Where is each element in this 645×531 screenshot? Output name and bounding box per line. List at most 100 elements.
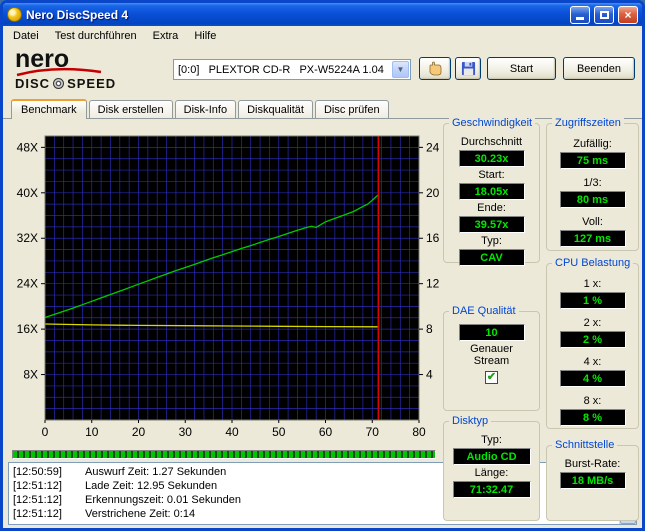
chevron-down-icon[interactable]: ▼ <box>392 61 409 78</box>
progress-bar <box>12 450 436 459</box>
tab-benchmark[interactable]: Benchmark <box>11 99 87 119</box>
svg-text:12: 12 <box>426 277 440 291</box>
field-voll: Voll: 127 ms <box>559 216 626 247</box>
save-icon <box>461 61 475 76</box>
field-label: Start: <box>478 169 505 181</box>
svg-text:32X: 32X <box>17 231 38 245</box>
svg-text:80: 80 <box>412 425 426 439</box>
minimize-button[interactable] <box>570 5 590 24</box>
value-display: CAV <box>458 249 525 266</box>
field-zufaellig: Zufällig: 75 ms <box>559 138 626 169</box>
panel-schnittstelle: Schnittstelle Burst-Rate: 18 MB/s <box>546 439 639 521</box>
field-label: 4 x: <box>583 356 602 368</box>
menu-bar: Datei Test durchführen Extra Hilfe <box>3 26 642 46</box>
field-label: Durchschnitt <box>460 136 523 148</box>
right-column-2: Zugriffszeiten Zufällig: 75 ms 1/3: 80 m… <box>546 117 639 521</box>
field-1x: 1 x: 1 % <box>559 278 626 309</box>
brand-disc-text: DISC <box>15 76 51 91</box>
menu-item-test-durchfuehren[interactable]: Test durchführen <box>47 27 145 45</box>
svg-text:40: 40 <box>225 425 239 439</box>
field-label: Typ: <box>481 235 502 247</box>
menu-item-extra[interactable]: Extra <box>145 27 187 45</box>
svg-text:10: 10 <box>85 425 99 439</box>
field-burst-rate: Burst-Rate: 18 MB/s <box>559 458 626 489</box>
field-4x: 4 x: 4 % <box>559 356 626 387</box>
value-display: 1 % <box>559 292 626 309</box>
maximize-button[interactable] <box>594 5 614 24</box>
log-timestamp: [12:50:59] <box>13 466 62 478</box>
tab-disk-info[interactable]: Disk-Info <box>174 100 237 118</box>
svg-text:24X: 24X <box>17 277 38 291</box>
tab-strip: Benchmark Disk erstellen Disk-Info Diskq… <box>3 96 642 119</box>
field-label: 1 x: <box>583 278 602 290</box>
svg-text:8X: 8X <box>23 368 38 382</box>
svg-text:70: 70 <box>366 425 380 439</box>
svg-text:30: 30 <box>179 425 193 439</box>
svg-text:16: 16 <box>426 231 440 245</box>
start-button[interactable]: Start <box>487 57 556 80</box>
value-display: 127 ms <box>559 230 626 247</box>
field-label: Voll: <box>582 216 603 228</box>
value-display: Audio CD <box>452 448 531 465</box>
title-bar[interactable]: Nero DiscSpeed 4 × <box>3 3 642 26</box>
field-durchschnitt: Durchschnitt 30.23x <box>458 136 525 167</box>
panel-title: Disktyp <box>449 415 492 427</box>
panel-title: Zugriffszeiten <box>552 117 624 129</box>
save-button[interactable] <box>455 57 481 80</box>
value-display: 8 % <box>559 409 626 426</box>
field-label: 1/3: <box>583 177 602 189</box>
brand-speed-text: SPEED <box>67 76 117 91</box>
log-lines: [12:50:59] Auswurf Zeit: 1.27 Sekunden [1… <box>9 463 636 523</box>
log-timestamp: [12:51:12] <box>13 494 62 506</box>
field-typ: Typ: CAV <box>458 235 525 266</box>
tab-disc-pruefen[interactable]: Disc prüfen <box>314 100 389 118</box>
close-button[interactable]: × <box>618 5 638 24</box>
panel-geschwindigkeit: Geschwindigkeit Durchschnitt 30.23x Star… <box>443 117 540 266</box>
hand-icon <box>429 61 442 75</box>
tab-diskqualitaet[interactable]: Diskqualität <box>238 100 313 118</box>
app-icon <box>7 7 22 22</box>
drive-selector[interactable]: [0:0] PLEXTOR CD-R PX-W5224A 1.04 ▼ <box>173 59 411 80</box>
field-start: Start: 18.05x <box>458 169 525 200</box>
svg-text:50: 50 <box>272 425 286 439</box>
field-drittel: 1/3: 80 ms <box>559 177 626 208</box>
checkmark-icon: ✔ <box>486 371 497 383</box>
svg-text:24: 24 <box>426 140 440 154</box>
drive-selector-value: [0:0] PLEXTOR CD-R PX-W5224A 1.04 <box>178 63 384 76</box>
svg-text:16X: 16X <box>17 322 38 336</box>
value-display: 2 % <box>559 331 626 348</box>
field-8x: 8 x: 8 % <box>559 395 626 426</box>
log-message: Verstrichene Zeit: 0:14 <box>85 508 196 520</box>
toolbar: nero DISC SPEED [0:0] PLEXTOR CD-R PX-W5… <box>3 46 642 96</box>
svg-text:0: 0 <box>42 425 49 439</box>
menu-item-hilfe[interactable]: Hilfe <box>186 27 224 45</box>
quit-button[interactable]: Beenden <box>563 57 635 80</box>
value-display: 71:32.47 <box>452 481 531 498</box>
value-display: 18.05x <box>458 183 525 200</box>
genauer-stream-checkbox[interactable]: ✔ <box>485 371 498 384</box>
hand-tool-button[interactable] <box>419 57 451 80</box>
benchmark-chart: 0 10 20 30 40 50 60 70 80 48X 40X 32X 24X 16X 8X 24 20 16… <box>17 135 440 439</box>
panel-zugriffszeiten: Zugriffszeiten Zufällig: 75 ms 1/3: 80 m… <box>546 117 639 251</box>
field-laenge: Länge: 71:32.47 <box>452 467 531 498</box>
svg-text:60: 60 <box>319 425 333 439</box>
field-2x: 2 x: 2 % <box>559 317 626 348</box>
value-display: 4 % <box>559 370 626 387</box>
maximize-icon <box>599 10 609 19</box>
value-display: 18 MB/s <box>559 472 626 489</box>
tab-disk-erstellen[interactable]: Disk erstellen <box>88 100 173 118</box>
value-display: 80 ms <box>559 191 626 208</box>
log-list[interactable]: [12:50:59] Auswurf Zeit: 1.27 Sekunden [1… <box>8 462 637 525</box>
panel-disktyp: Disktyp Typ: Audio CD Länge: 71:32.47 <box>443 415 540 521</box>
svg-text:8: 8 <box>426 322 433 336</box>
menu-item-datei[interactable]: Datei <box>5 27 47 45</box>
log-message: Erkennungszeit: 0.01 Sekunden <box>85 494 241 506</box>
disc-icon <box>53 78 65 89</box>
field-label: Burst-Rate: <box>564 458 621 470</box>
field-label: Genauer Stream <box>470 343 513 367</box>
svg-text:4: 4 <box>426 368 433 382</box>
right-column-1: Geschwindigkeit Durchschnitt 30.23x Star… <box>443 117 540 521</box>
svg-text:48X: 48X <box>17 140 38 154</box>
panel-title: CPU Belastung <box>552 257 634 269</box>
panel-title: Geschwindigkeit <box>449 117 536 129</box>
